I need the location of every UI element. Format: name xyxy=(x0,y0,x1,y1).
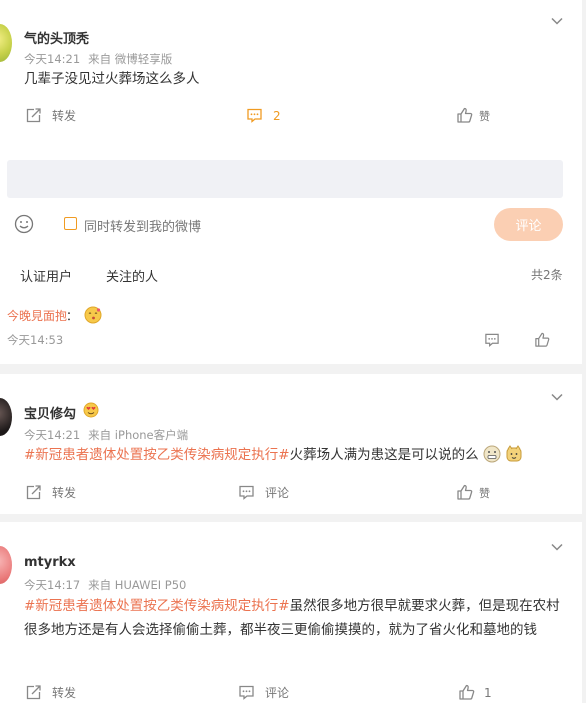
avatar[interactable] xyxy=(0,24,12,62)
filter-verified-users[interactable]: 认证用户 xyxy=(20,266,72,285)
comment-button[interactable]: 评论 xyxy=(238,684,289,701)
chevron-down-icon[interactable] xyxy=(550,390,564,404)
post-source: 来自 HUAWEI P50 xyxy=(88,578,187,592)
scrollbar-gutter xyxy=(582,0,586,703)
post-card: 气的头顶秃 今天14:21 来自 微博轻享版 几辈子没见过火葬场这么多人 转发 2… xyxy=(0,0,582,364)
post-meta: 今天14:21 来自 iPhone客户端 xyxy=(24,427,188,443)
like-count: 1 xyxy=(484,685,492,700)
comment-button[interactable]: 评论 xyxy=(238,484,289,501)
comment-button[interactable]: 2 xyxy=(246,107,281,124)
comment-username[interactable]: 今晚見面抱 xyxy=(7,307,67,324)
comment-total: 共2条 xyxy=(531,268,563,282)
topic-link[interactable]: #新冠患者遗体处置按乙类传染病规定执行# xyxy=(24,447,290,463)
post-text: 几辈子没见过火葬场这么多人 xyxy=(24,71,200,87)
repost-button[interactable]: 转发 xyxy=(25,107,76,124)
repost-label: 转发 xyxy=(52,686,77,700)
post-time[interactable]: 今天14:17 xyxy=(24,578,80,592)
repost-label: 转发 xyxy=(52,109,77,123)
chevron-down-icon[interactable] xyxy=(550,540,564,554)
repost-button[interactable]: 转发 xyxy=(25,684,76,701)
submit-comment-button[interactable]: 评论 xyxy=(494,208,563,241)
chevron-down-icon[interactable] xyxy=(550,14,564,28)
also-repost-label[interactable]: 同时转发到我的微博 xyxy=(84,216,201,235)
post-time[interactable]: 今天14:21 xyxy=(24,52,80,66)
like-button[interactable]: 1 xyxy=(458,684,492,701)
repost-icon xyxy=(26,685,41,700)
reply-icon[interactable] xyxy=(484,332,500,348)
post-time[interactable]: 今天14:21 xyxy=(24,428,80,442)
post-source: 来自 iPhone客户端 xyxy=(88,428,189,442)
post-username[interactable]: mtyrkx xyxy=(24,555,76,570)
filter-following[interactable]: 关注的人 xyxy=(106,266,158,285)
comment-count: 2 xyxy=(273,108,281,123)
kiss-emoji-icon xyxy=(84,306,102,324)
post-text: #新冠患者遗体处置按乙类传染病规定执行#虽然很多地方很早就要求火葬，但是现在农村… xyxy=(24,598,560,638)
repost-icon xyxy=(26,108,41,123)
like-button[interactable]: 赞 xyxy=(456,484,490,501)
post-meta: 今天14:17 来自 HUAWEI P50 xyxy=(24,577,186,593)
heart-eyes-emoji-icon xyxy=(83,402,99,418)
thumbs-up-icon xyxy=(457,484,473,500)
comment-input[interactable] xyxy=(7,160,563,198)
topic-link[interactable]: #新冠患者遗体处置按乙类传染病规定执行# xyxy=(24,598,290,614)
grimace-emoji-icon xyxy=(483,445,501,463)
emoji-icon[interactable] xyxy=(14,214,34,234)
comment-label: 评论 xyxy=(265,686,290,700)
comment-time: 今天14:53 xyxy=(7,333,64,347)
like-button[interactable]: 赞 xyxy=(456,107,490,124)
repost-icon xyxy=(26,485,41,500)
comment-like-icon[interactable] xyxy=(534,332,550,348)
post-meta: 今天14:21 来自 微博轻享版 xyxy=(24,51,172,67)
post-source: 来自 微博轻享版 xyxy=(88,52,173,66)
comment-label: 评论 xyxy=(265,486,290,500)
thumbs-up-icon xyxy=(457,107,473,123)
doge-emoji-icon xyxy=(506,445,522,462)
comment-icon xyxy=(239,485,254,500)
comment-separator: ： xyxy=(66,309,79,323)
post-text: #新冠患者遗体处置按乙类传染病规定执行#火葬场人满为患这是可以说的么 xyxy=(24,443,569,467)
post-username[interactable]: 宝贝修勾 xyxy=(24,403,76,422)
post-username[interactable]: 气的头顶秃 xyxy=(24,28,89,47)
repost-button[interactable]: 转发 xyxy=(25,484,76,501)
comment-icon xyxy=(247,108,262,123)
thumbs-up-icon xyxy=(459,684,475,700)
repost-label: 转发 xyxy=(52,486,77,500)
like-label: 赞 xyxy=(479,486,490,500)
like-label: 赞 xyxy=(479,109,490,123)
also-repost-checkbox[interactable] xyxy=(64,217,77,230)
comment-icon xyxy=(239,685,254,700)
